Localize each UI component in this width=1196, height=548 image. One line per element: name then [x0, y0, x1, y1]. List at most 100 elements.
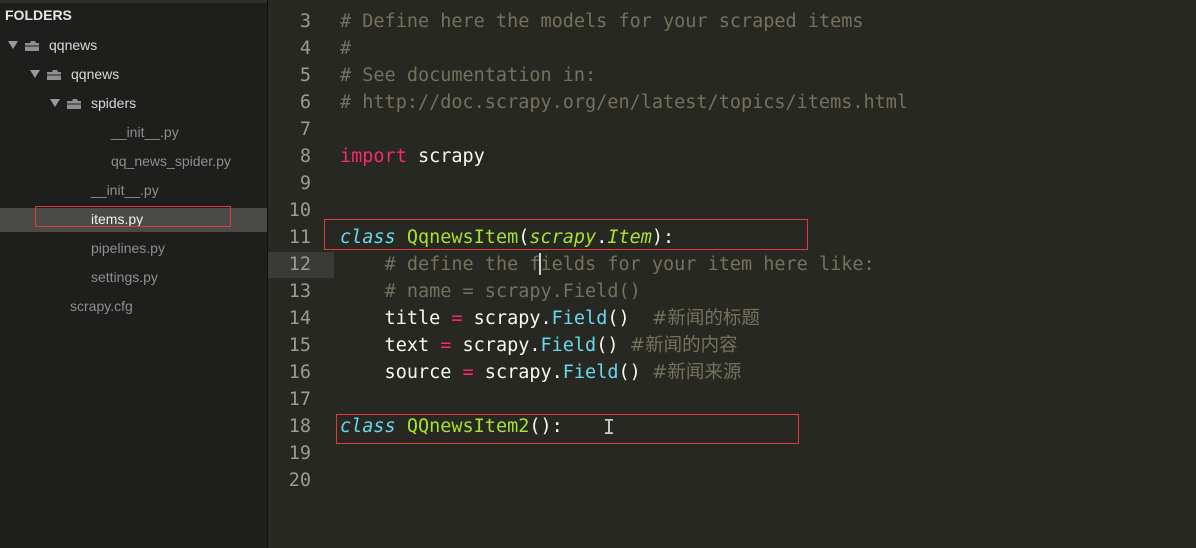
code-token: # define the fields for your item here l…	[384, 254, 875, 275]
expand-arrow-icon[interactable]	[30, 70, 40, 78]
highlight-box-items-file	[35, 206, 231, 227]
code-line[interactable]: 12 # define the fields for your item her…	[268, 251, 1196, 278]
code-token: Field	[551, 308, 608, 329]
folder-open-icon	[66, 97, 82, 109]
sidebar: FOLDERS qqnews qqnews spiders __init__.py qq…	[0, 0, 268, 548]
code-text: # See documentation in:	[340, 62, 596, 89]
tree-file-pipelines-py[interactable]: pipelines.py	[0, 237, 267, 261]
tree-item-label: qqnews	[71, 66, 120, 82]
code-text: text = scrapy.Field() #新闻的内容	[340, 332, 738, 359]
line-number: 3	[299, 11, 311, 32]
code-token: #新闻来源	[651, 362, 742, 383]
code-token: #新闻的内容	[629, 335, 738, 356]
line-number: 5	[299, 65, 311, 86]
code-text: # define the fields for your item here l…	[340, 251, 875, 278]
code-text: # name = scrapy.Field()	[340, 278, 641, 305]
tree-item-label: qq_news_spider.py	[111, 153, 231, 169]
line-number: 10	[288, 200, 311, 221]
code-text: title = scrapy.Field() #新闻的标题	[340, 305, 760, 332]
tree-file-init-py[interactable]: __init__.py	[0, 179, 267, 203]
line-number: 11	[288, 227, 311, 248]
folders-header: FOLDERS	[5, 7, 72, 23]
code-token: ()	[596, 335, 630, 356]
code-token: =	[440, 335, 452, 356]
code-line[interactable]: 5 # See documentation in:	[268, 62, 1196, 89]
code-line[interactable]: 9	[268, 170, 1196, 197]
line-number: 13	[288, 281, 311, 302]
line-number: 18	[288, 416, 311, 437]
code-line[interactable]: 7	[268, 116, 1196, 143]
code-token: scrapy.	[451, 335, 541, 356]
expand-arrow-icon[interactable]	[50, 99, 60, 107]
line-number: 6	[299, 92, 311, 113]
tree-file-init-py[interactable]: __init__.py	[0, 121, 267, 145]
code-token: # Define here the models for your scrape…	[340, 11, 864, 32]
code-line[interactable]: 8 import scrapy	[268, 143, 1196, 170]
code-line[interactable]: 4 #	[268, 35, 1196, 62]
tree-item-label: pipelines.py	[91, 240, 165, 256]
code-token: title	[340, 308, 452, 329]
line-number: 20	[288, 470, 311, 491]
line-number: 9	[299, 173, 311, 194]
text-caret	[539, 253, 541, 275]
code-token: scrapy.	[473, 362, 563, 383]
code-line[interactable]: 20	[268, 467, 1196, 494]
code-line[interactable]: 15 text = scrapy.Field() #新闻的内容	[268, 332, 1196, 359]
code-text: # Define here the models for your scrape…	[340, 8, 863, 35]
line-number: 8	[299, 146, 311, 167]
tree-file-scrapy-cfg[interactable]: scrapy.cfg	[0, 295, 267, 319]
tree-folder-qqnews[interactable]: qqnews	[0, 63, 267, 87]
folder-open-icon	[24, 39, 40, 51]
folder-open-icon	[46, 68, 62, 80]
highlight-box-class-qqnewsitem	[324, 219, 808, 250]
code-token: scrapy.	[462, 308, 552, 329]
line-number: 19	[288, 443, 311, 464]
code-token: source	[340, 362, 463, 383]
code-editor[interactable]: 3 # Define here the models for your scrap…	[268, 0, 1196, 548]
tree-file-settings-py[interactable]: settings.py	[0, 266, 267, 290]
code-line[interactable]: 13 # name = scrapy.Field()	[268, 278, 1196, 305]
code-line[interactable]: 3 # Define here the models for your scrap…	[268, 8, 1196, 35]
code-text: #	[340, 35, 351, 62]
code-token: # See documentation in:	[340, 65, 597, 86]
code-text: # http://doc.scrapy.org/en/latest/topics…	[340, 89, 908, 116]
line-number: 7	[299, 119, 311, 140]
sidebar-top-divider	[0, 0, 267, 3]
code-token: import	[340, 146, 407, 167]
code-line[interactable]: 16 source = scrapy.Field() #新闻来源	[268, 359, 1196, 386]
highlight-box-class-qqnewsitem2	[336, 414, 799, 444]
code-line[interactable]: 6 # http://doc.scrapy.org/en/latest/topic…	[268, 89, 1196, 116]
tree-file-qq-news-spider-py[interactable]: qq_news_spider.py	[0, 150, 267, 174]
code-token: Field	[562, 362, 619, 383]
code-token: scrapy	[406, 146, 485, 167]
mouse-ibeam-cursor: I	[603, 415, 616, 439]
code-token: =	[451, 308, 463, 329]
code-text: source = scrapy.Field() #新闻来源	[340, 359, 742, 386]
code-token: #新闻的标题	[651, 308, 760, 329]
code-token: =	[462, 362, 474, 383]
code-token: text	[340, 335, 441, 356]
tree-item-label: qqnews	[49, 37, 98, 53]
code-token: #	[340, 38, 352, 59]
code-line[interactable]: 19	[268, 440, 1196, 467]
code-text: import scrapy	[340, 143, 485, 170]
code-line[interactable]: 17	[268, 386, 1196, 413]
line-number: 12	[288, 254, 311, 275]
tree-item-label: spiders	[91, 95, 137, 111]
code-token: # http://doc.scrapy.org/en/latest/topics…	[340, 92, 909, 113]
line-number: 4	[299, 38, 311, 59]
code-token: Field	[540, 335, 597, 356]
code-line[interactable]: 14 title = scrapy.Field() #新闻的标题	[268, 305, 1196, 332]
line-number: 17	[288, 389, 311, 410]
tree-item-label: __init__.py	[111, 124, 179, 140]
code-token: ()	[607, 308, 652, 329]
tree-item-label: scrapy.cfg	[70, 298, 133, 314]
tree-item-label: settings.py	[91, 269, 158, 285]
line-number: 15	[288, 335, 311, 356]
code-token: # name = scrapy.Field()	[384, 281, 641, 302]
tree-folder-spiders[interactable]: spiders	[0, 92, 267, 116]
expand-arrow-icon[interactable]	[8, 41, 18, 49]
tree-folder-qqnews[interactable]: qqnews	[0, 34, 267, 58]
